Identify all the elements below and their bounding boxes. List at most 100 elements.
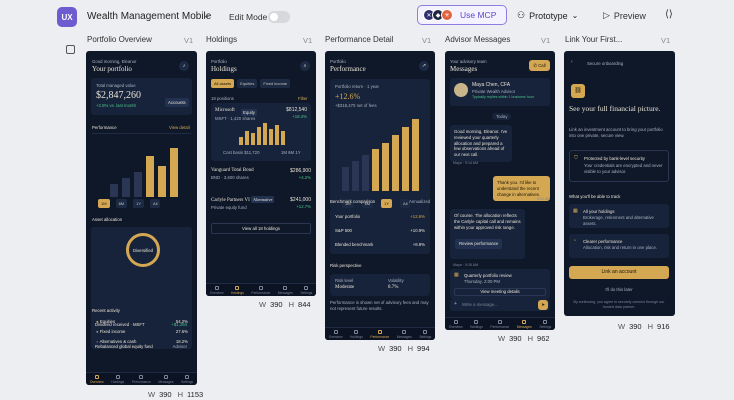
- risk-value: Moderate: [335, 285, 355, 290]
- nav-holdings[interactable]: Holdings: [231, 285, 244, 295]
- accounts-button[interactable]: Accounts: [165, 98, 189, 107]
- edit-mode-toggle[interactable]: [268, 11, 290, 23]
- bar: [158, 166, 166, 197]
- nav-messages[interactable]: Messages: [397, 329, 412, 339]
- search-icon[interactable]: ⌕: [300, 61, 310, 71]
- link-account-button[interactable]: Link an account: [569, 266, 669, 279]
- meeting-card[interactable]: ▦ Quarterly portfolio review Thursday, 2…: [450, 269, 550, 299]
- risk-card: Risk level Moderate Volatility 8.7%: [330, 274, 430, 296]
- filter-link[interactable]: Filter: [298, 96, 308, 101]
- frame-title-performance[interactable]: Performance Detail: [325, 35, 393, 44]
- return-card: Portfolio return · 1 year +12.6% +$318,4…: [330, 79, 430, 209]
- call-button[interactable]: ✆ Call: [529, 60, 550, 71]
- bar: [412, 119, 419, 191]
- frame-advisor-messages[interactable]: Your advisory team Messages ✆ Call Maya …: [445, 51, 555, 330]
- nav-overview[interactable]: Overview: [329, 329, 343, 339]
- meeting-title: Quarterly portfolio review: [464, 273, 512, 278]
- activity-row[interactable]: Dividend received · MSFT +$1,284: [95, 322, 187, 327]
- range-tab[interactable]: 1Y: [381, 199, 393, 208]
- nav-performance[interactable]: Performance: [132, 374, 151, 384]
- prototype-icon: ⚇: [517, 10, 526, 20]
- nav-messages[interactable]: Messages: [158, 374, 173, 384]
- frame-title-messages[interactable]: Advisor Messages: [445, 35, 510, 44]
- filter-tab[interactable]: All assets: [211, 79, 235, 88]
- chevron-down-icon[interactable]: ⌄: [203, 10, 211, 21]
- nav-holdings[interactable]: Holdings: [350, 329, 363, 339]
- view-meeting-button[interactable]: View meeting details: [454, 288, 546, 296]
- holding-value: $241,000: [290, 197, 311, 203]
- app-logo[interactable]: UX: [57, 7, 77, 27]
- view-detail-link[interactable]: View detail: [169, 125, 190, 130]
- frame-version: V1: [184, 36, 194, 45]
- preview-button[interactable]: ▷ Preview: [603, 10, 646, 21]
- nav-overview[interactable]: Overview: [449, 319, 463, 329]
- nav-settings[interactable]: Settings: [539, 319, 551, 329]
- mini-bar: [245, 131, 249, 145]
- add-icon[interactable]: +: [454, 301, 457, 307]
- frame-version: V1: [661, 36, 671, 45]
- risk-heading: Risk perspective: [330, 263, 362, 268]
- use-mcp-button[interactable]: ✕ ◆ ✳ Use MCP: [417, 5, 507, 25]
- share-icon[interactable]: ↗: [419, 61, 429, 71]
- back-icon[interactable]: ‹: [571, 59, 573, 65]
- nav-holdings[interactable]: Holdings: [470, 319, 483, 329]
- review-performance-button[interactable]: Review performance: [455, 239, 503, 249]
- page-title: Messages: [450, 65, 478, 73]
- onboarding-title: See your full financial picture.: [569, 104, 661, 113]
- advisor-status: Typically replies within 1 business hour: [472, 95, 534, 99]
- range-tab[interactable]: 1M: [98, 199, 110, 208]
- frame-title-overview[interactable]: Portfolio Overview: [87, 35, 152, 44]
- advisor-card[interactable]: Maya Chen, CFA Private Wealth Advisor Ty…: [450, 78, 550, 106]
- range-tab[interactable]: 6M: [115, 199, 128, 208]
- holding-change: +12.7%: [296, 204, 311, 209]
- message-composer: + Write a message... ➤: [450, 299, 550, 311]
- frame-portfolio-overview[interactable]: Good morning, Eleanor Your portfolio ♪ T…: [86, 51, 197, 385]
- nav-settings[interactable]: Settings: [419, 329, 431, 339]
- activity-row[interactable]: Rebalanced global equity fund Advisor: [95, 344, 187, 349]
- holding-row[interactable]: Vanguard Total Bond BND · 3,600 shares $…: [211, 168, 311, 180]
- frame-link-account[interactable]: ‹ Secure onboarding ⛓ See your full fina…: [564, 51, 675, 316]
- holding-value: $286,900: [290, 168, 311, 174]
- nav-messages[interactable]: Messages: [517, 319, 532, 329]
- holding-sub: MSFT · 1,420 shares: [215, 116, 256, 121]
- send-icon[interactable]: ➤: [538, 300, 548, 310]
- nav-overview[interactable]: Overview: [210, 285, 224, 295]
- message-input[interactable]: Write a message...: [462, 302, 498, 307]
- bell-icon[interactable]: ♪: [179, 61, 189, 71]
- filter-tab[interactable]: Fixed income: [260, 79, 291, 88]
- frame-title-onboarding[interactable]: Link Your First...: [565, 35, 622, 44]
- message-meta: Maya · 9:26 AM: [453, 263, 479, 267]
- filter-tab[interactable]: Equities: [237, 79, 258, 88]
- nav-performance[interactable]: Performance: [490, 319, 509, 329]
- nav-performance[interactable]: Performance: [251, 285, 270, 295]
- share-icon[interactable]: ⟨⟩: [665, 9, 673, 20]
- mcp-icon-3: ✳: [441, 9, 453, 21]
- project-name[interactable]: Wealth Management Mobile: [87, 11, 211, 22]
- later-link[interactable]: I'll do this later: [569, 287, 669, 292]
- prototype-button[interactable]: ⚇ Prototype ⌄: [517, 10, 578, 21]
- bar: [170, 148, 178, 197]
- bottom-nav: Overview Holdings Performance Messages S…: [445, 317, 555, 330]
- nav-messages[interactable]: Messages: [278, 285, 293, 295]
- range-tab[interactable]: All: [150, 199, 161, 208]
- nav-settings[interactable]: Settings: [181, 374, 193, 384]
- nav-settings[interactable]: Settings: [300, 285, 312, 295]
- eyebrow: Your advisory team: [450, 59, 487, 64]
- bar: [402, 127, 409, 191]
- frame-performance-detail[interactable]: Portfolio Performance ↗ Portfolio return…: [325, 51, 435, 340]
- benchmark-card: Your portfolio +12.6% S&P 500 +10.9% Blend…: [330, 208, 430, 254]
- benchmark-row: Your portfolio +12.6%: [335, 214, 425, 219]
- holding-card[interactable]: Microsoft Equity $812,540 +18.4% MSFT · …: [211, 103, 311, 161]
- nav-performance[interactable]: Performance: [370, 329, 389, 339]
- frame-holdings[interactable]: Portfolio Holdings ⌕ All assets Equities…: [206, 51, 316, 296]
- holding-row[interactable]: Carlyle Partners VI Alternative Private …: [211, 196, 311, 210]
- nav-holdings[interactable]: Holdings: [111, 374, 124, 384]
- frame-title-holdings[interactable]: Holdings: [206, 35, 237, 44]
- feature-card: ◔ Clearer performance Allocation, risk a…: [569, 234, 669, 258]
- mini-bar: [257, 127, 261, 145]
- sidebar-toggle-icon[interactable]: [66, 45, 75, 54]
- nav-overview[interactable]: Overview: [90, 374, 104, 384]
- range-tab[interactable]: 1Y: [133, 199, 145, 208]
- avatar: [454, 83, 468, 97]
- view-all-holdings-button[interactable]: View all 18 holdings: [211, 223, 311, 234]
